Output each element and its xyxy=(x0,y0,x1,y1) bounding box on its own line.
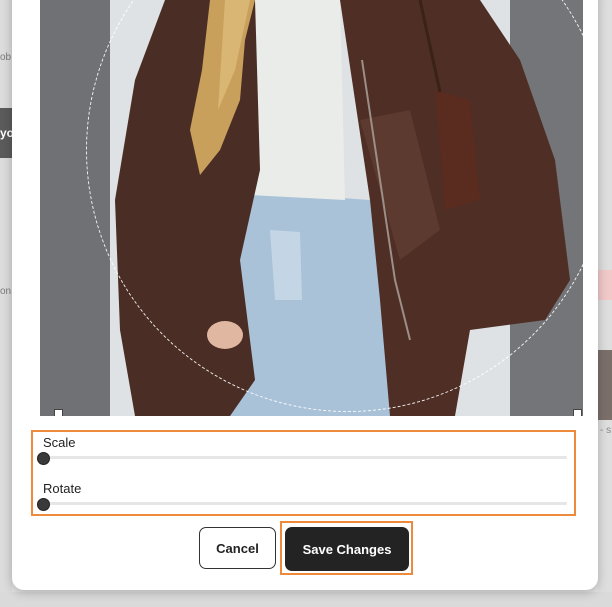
scale-label: Scale xyxy=(43,435,76,450)
background-page-left: ob yo on xyxy=(0,0,12,607)
scale-slider-thumb[interactable] xyxy=(37,452,50,465)
background-thumbnail xyxy=(598,350,612,420)
scale-slider-track[interactable] xyxy=(37,452,567,465)
adjustment-sliders-panel: Scale Rotate xyxy=(31,430,576,516)
crop-corner-handle[interactable] xyxy=(573,409,582,416)
background-page-bottom xyxy=(0,592,612,607)
background-text-fragment: ob xyxy=(0,52,12,63)
background-banner xyxy=(598,270,612,300)
background-dark-tab: yo xyxy=(0,108,12,158)
rotate-slider-thumb[interactable] xyxy=(37,498,50,511)
background-text-fragment: on xyxy=(0,286,12,297)
photo-crop-area[interactable] xyxy=(40,0,583,416)
rotate-label: Rotate xyxy=(43,481,82,496)
profile-photo xyxy=(40,0,583,416)
cancel-button[interactable]: Cancel xyxy=(199,527,276,569)
background-page-right: - s xyxy=(598,0,612,607)
rotate-slider-track[interactable] xyxy=(37,498,567,511)
background-text-fragment: - s xyxy=(600,425,612,436)
crop-corner-handle[interactable] xyxy=(54,409,63,416)
save-changes-button[interactable]: Save Changes xyxy=(285,527,409,571)
